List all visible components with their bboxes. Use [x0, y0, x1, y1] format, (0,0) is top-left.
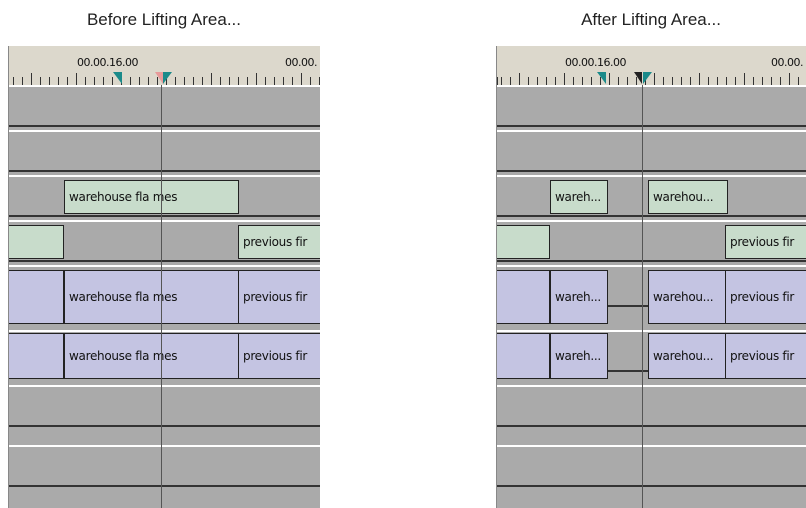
audio-clip[interactable] — [9, 333, 64, 379]
audio-clip[interactable]: previous fir — [725, 333, 806, 379]
position-line — [161, 85, 162, 508]
timecode-ruler[interactable]: 00.00.16.00 00.00. — [497, 46, 806, 86]
mark-out-icon[interactable] — [643, 72, 652, 84]
mark-in-icon[interactable] — [113, 72, 122, 84]
mark-out-icon[interactable] — [163, 72, 172, 84]
timeline-after: 00.00.16.00 00.00. wareh... warehou... p… — [496, 46, 806, 508]
video-clip[interactable]: wareh... — [550, 180, 608, 214]
audio-clip[interactable]: warehouse fla mes — [64, 333, 239, 379]
position-line — [642, 85, 643, 508]
mark-in-icon[interactable] — [597, 72, 606, 84]
position-indicator-icon[interactable] — [155, 72, 163, 84]
timecode-label: 00.00. — [771, 56, 804, 69]
audio-clip[interactable]: wareh... — [550, 333, 608, 379]
audio-clip[interactable]: warehouse fla mes — [64, 270, 239, 324]
timeline-before: 00.00.16.00 00.00. warehouse fla mes pre… — [8, 46, 320, 508]
video-clip[interactable]: warehouse fla mes — [64, 180, 239, 214]
audio-clip[interactable]: warehou... — [648, 333, 726, 379]
audio-clip[interactable] — [9, 270, 64, 324]
video-clip[interactable]: previous fir — [238, 225, 320, 259]
track — [497, 130, 806, 172]
track — [9, 130, 320, 172]
audio-clip[interactable] — [497, 270, 550, 324]
timecode-ruler[interactable]: 00.00.16.00 00.00. — [9, 46, 320, 86]
timecode-label: 00.00.16.00 — [77, 56, 138, 69]
timecode-label: 00.00.16.00 — [565, 56, 626, 69]
caption-after: After Lifting Area... — [581, 10, 721, 29]
timecode-label: 00.00. — [285, 56, 318, 69]
video-clip[interactable]: previous fir — [725, 225, 806, 259]
video-clip[interactable] — [9, 225, 64, 259]
track — [9, 385, 320, 427]
video-clip[interactable] — [497, 225, 550, 259]
audio-clip[interactable]: wareh... — [550, 270, 608, 324]
caption-before: Before Lifting Area... — [86, 10, 242, 29]
track — [497, 445, 806, 487]
track — [497, 85, 806, 127]
position-indicator-icon[interactable] — [634, 72, 642, 84]
audio-clip[interactable]: previous fir — [238, 270, 320, 324]
track — [9, 445, 320, 487]
audio-clip[interactable]: warehou... — [648, 270, 726, 324]
audio-clip[interactable]: previous fir — [725, 270, 806, 324]
audio-clip[interactable]: previous fir — [238, 333, 320, 379]
audio-clip[interactable] — [497, 333, 550, 379]
track — [9, 85, 320, 127]
video-clip[interactable]: warehou... — [648, 180, 728, 214]
track — [497, 385, 806, 427]
